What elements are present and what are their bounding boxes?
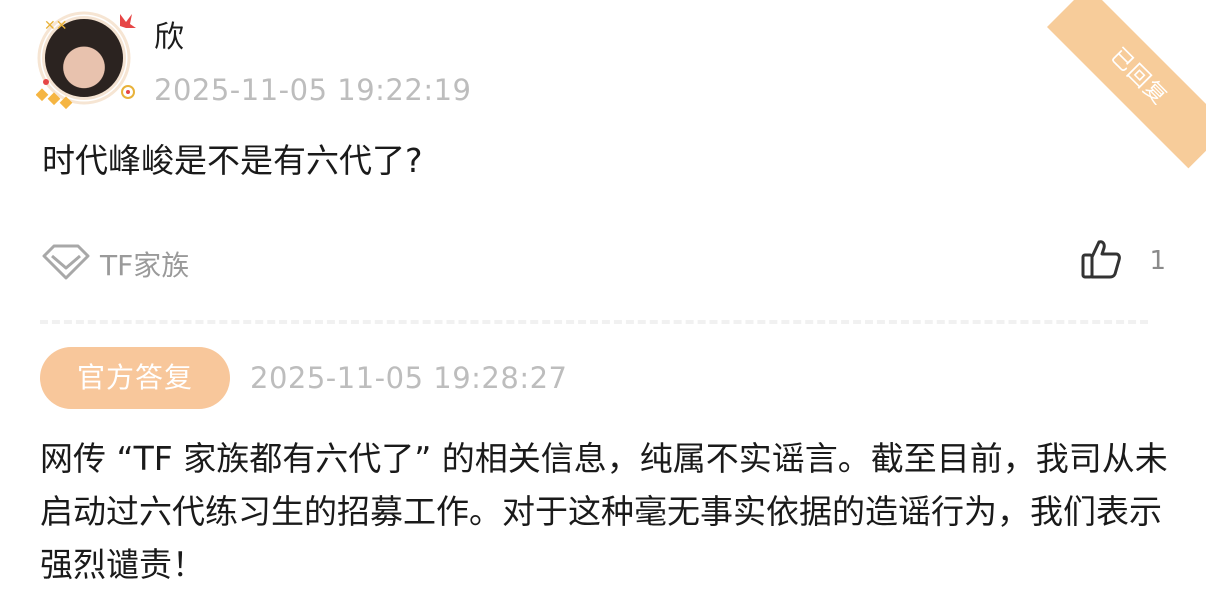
avatar-frame-decoration: ✕✕ <box>36 11 136 110</box>
tag-tf-family[interactable]: TF家族 <box>40 243 189 285</box>
question-text: 时代峰峻是不是有六代了? <box>42 141 423 180</box>
svg-text:✕✕: ✕✕ <box>44 18 67 34</box>
reply-timestamp: 2025-11-05 19:28:27 <box>250 361 568 395</box>
like-button[interactable]: 1 <box>1081 238 1166 284</box>
username[interactable]: 欣 <box>154 18 184 58</box>
divider <box>40 320 1148 324</box>
thumbs-up-icon <box>1081 238 1122 284</box>
like-count: 1 <box>1149 246 1166 276</box>
official-reply-badge: 官方答复 <box>40 347 230 409</box>
avatar[interactable]: ✕✕ <box>36 10 144 110</box>
reply-text: 网传 “TF 家族都有六代了” 的相关信息，纯属不实谣言。截至目前，我司从未启动… <box>40 439 1168 584</box>
tag-label: TF家族 <box>100 249 190 282</box>
replied-ribbon: 已回复 <box>1046 0 1206 169</box>
diamond-icon <box>40 242 92 286</box>
post-timestamp: 2025-11-05 19:22:19 <box>154 73 472 107</box>
